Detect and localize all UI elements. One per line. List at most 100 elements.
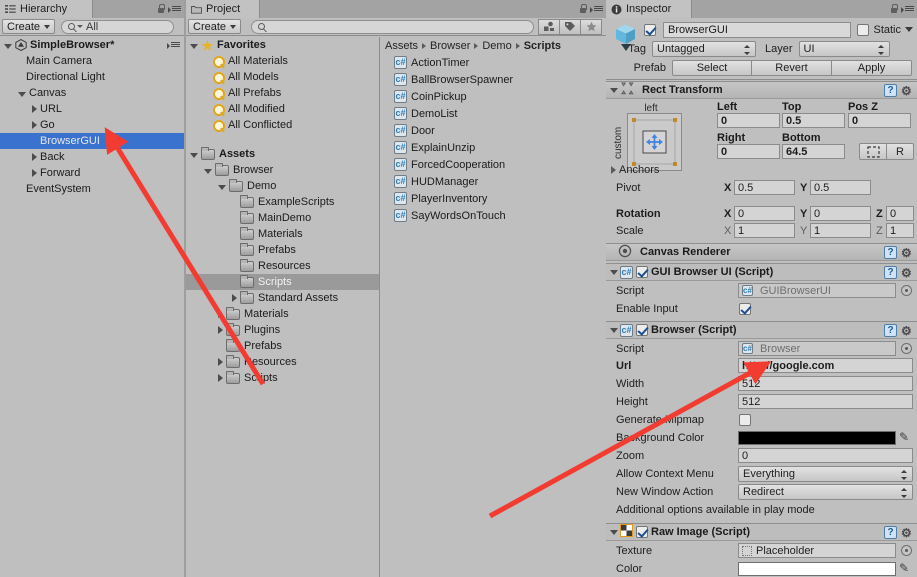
project-item-browser[interactable]: Browser [186,162,379,178]
hierarchy-search-input[interactable]: All [61,19,175,34]
project-item-all-models[interactable]: All Models [186,69,379,85]
browser-script-enabled-checkbox[interactable] [636,324,648,336]
enable-input-checkbox[interactable] [739,303,751,315]
project-item-materials[interactable]: Materials [186,226,379,242]
project-create-button[interactable]: Create [188,19,242,34]
hierarchy-item-go[interactable]: Go [0,117,184,133]
breadcrumb-item-1[interactable]: Browser [430,40,470,52]
lock-icon[interactable] [890,4,898,14]
help-icon[interactable]: ? [884,324,897,337]
right-field[interactable]: 0 [717,144,780,159]
scale-x-field[interactable]: 1 [734,223,795,238]
inspector-menu-icon[interactable] [901,4,914,14]
rotation-x-field[interactable]: 0 [734,206,795,221]
asset-item-playerinventory[interactable]: c# PlayerInventory [380,190,606,207]
prefab-revert-button[interactable]: Revert [751,60,832,76]
gui-browser-ui-enabled-checkbox[interactable] [636,266,648,278]
help-icon[interactable]: ? [884,84,897,97]
color-swatch[interactable] [738,562,896,576]
project-item-demo[interactable]: Demo [186,178,379,194]
browser-script-picker-icon[interactable] [901,343,912,354]
rotation-y-field[interactable]: 0 [810,206,871,221]
chevron-right-icon[interactable] [611,166,616,174]
help-icon[interactable]: ? [884,266,897,279]
project-search-input[interactable] [251,19,535,34]
asset-item-saywordsontouch[interactable]: c# SayWordsOnTouch [380,207,606,224]
raw-image-header-icons[interactable]: ? ⚙ [884,526,913,539]
scale-z-field[interactable]: 1 [886,223,914,238]
lock-icon[interactable] [579,4,587,14]
asset-item-ballbrowserspawner[interactable]: c# BallBrowserSpawner [380,71,606,88]
breadcrumb-item-2[interactable]: Demo [482,40,511,52]
project-item-examplescripts[interactable]: ExampleScripts [186,194,379,210]
gear-icon[interactable]: ⚙ [901,527,913,539]
label-filter-icon[interactable] [559,18,582,35]
context-menu-dropdown[interactable]: Everything [738,466,913,482]
browser-script-objectfield[interactable]: c# Browser [738,341,896,356]
gui-script-picker-icon[interactable] [901,285,912,296]
inspector-tab-controls[interactable] [890,2,914,16]
favorite-star-icon[interactable] [580,18,603,35]
asset-filter-icon[interactable] [538,18,561,35]
rect-transform-header-icons[interactable]: ? ⚙ [884,84,913,97]
rect-transform-header[interactable]: Rect Transform ? ⚙ [606,81,917,99]
gear-icon[interactable]: ⚙ [901,247,913,259]
zoom-field[interactable]: 0 [738,448,913,463]
help-icon[interactable]: ? [884,526,897,539]
project-item-materials[interactable]: Materials [186,306,379,322]
asset-item-coinpickup[interactable]: c# CoinPickup [380,88,606,105]
asset-item-actiontimer[interactable]: c# ActionTimer [380,54,606,71]
raw-image-header[interactable]: Raw Image (Script) ? ⚙ [606,523,917,541]
top-field[interactable]: 0.5 [782,113,845,128]
raw-edit-button[interactable]: R [886,143,914,160]
chevron-right-icon[interactable] [32,169,37,177]
project-tab-controls[interactable] [579,2,603,16]
eyedropper-icon[interactable]: ✎ [899,561,913,575]
hierarchy-item-browsergui[interactable]: BrowserGUI [0,133,184,149]
project-item-scripts[interactable]: Scripts [186,370,379,386]
chevron-right-icon[interactable] [32,121,37,129]
posz-field[interactable]: 0 [848,113,911,128]
canvas-renderer-header[interactable]: Canvas Renderer ? ⚙ [606,243,917,261]
left-field[interactable]: 0 [717,113,780,128]
lock-icon[interactable] [157,4,165,14]
asset-item-hudmanager[interactable]: c# HUDManager [380,173,606,190]
pivot-x-field[interactable]: 0.5 [734,180,795,195]
prefab-select-button[interactable]: Select [672,60,752,76]
gui-browser-ui-header-icons[interactable]: ? ⚙ [884,266,913,279]
chevron-down-icon[interactable] [610,87,618,93]
chevron-down-icon[interactable] [18,91,26,97]
chevron-down-icon[interactable] [190,43,198,49]
project-item-scripts[interactable]: Scripts [186,274,379,290]
project-item-plugins[interactable]: Plugins [186,322,379,338]
object-enabled-checkbox[interactable] [644,23,656,36]
blueprint-mode-button[interactable] [859,143,887,160]
tab-inspector[interactable]: Inspector [606,0,692,18]
chevron-right-icon[interactable] [218,326,223,334]
bottom-field[interactable]: 64.5 [782,144,845,159]
new-window-dropdown[interactable]: Redirect [738,484,913,500]
hierarchy-item-back[interactable]: Back [0,149,184,165]
project-item-resources[interactable]: Resources [186,354,379,370]
project-menu-icon[interactable] [590,4,603,14]
layer-dropdown[interactable]: UI [798,41,890,57]
hierarchy-item-simplebrowser-[interactable]: SimpleBrowser* [0,37,184,53]
rotation-z-field[interactable]: 0 [886,206,914,221]
chevron-down-icon[interactable] [610,529,618,535]
project-item-prefabs[interactable]: Prefabs [186,338,379,354]
chevron-down-icon[interactable] [218,184,226,190]
breadcrumb[interactable]: Assets Browser Demo Scripts [380,37,606,54]
canvas-renderer-header-icons[interactable]: ? ⚙ [884,246,913,259]
project-item-all-materials[interactable]: All Materials [186,53,379,69]
tab-project[interactable]: Project [186,0,260,18]
project-item-resources[interactable]: Resources [186,258,379,274]
scene-context-menu-icon[interactable] [167,40,180,50]
url-field[interactable]: http://google.com [738,358,913,373]
object-name-field[interactable]: BrowserGUI [663,21,852,38]
project-item-all-prefabs[interactable]: All Prefabs [186,85,379,101]
project-item-all-conflicted[interactable]: All Conflicted [186,117,379,133]
anchors-foldout[interactable]: Anchors [611,164,659,176]
chevron-right-icon[interactable] [218,374,223,382]
static-checkbox[interactable] [857,23,870,36]
hierarchy-tree[interactable]: SimpleBrowser* Main Camera Directional Lig… [0,37,184,577]
